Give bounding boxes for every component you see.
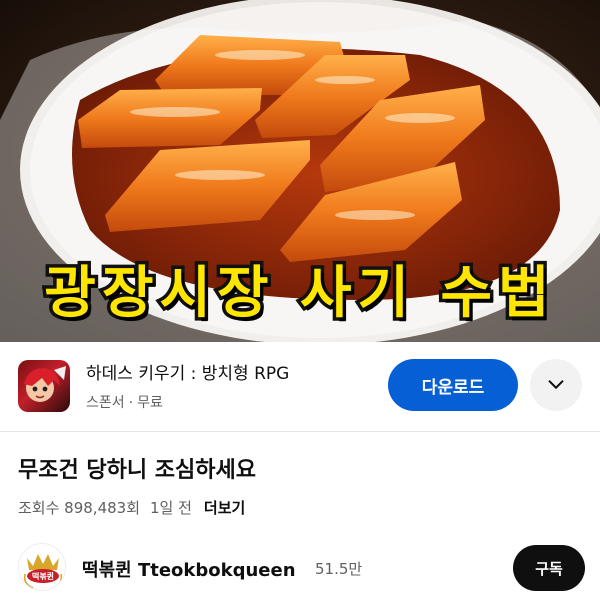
channel-avatar[interactable]: 떡볶퀸 — [18, 543, 66, 591]
ad-app-icon[interactable] — [18, 360, 70, 412]
ad-sponsor-line: 스폰서 · 무료 — [86, 392, 163, 412]
upload-age: 1일 전 — [150, 499, 192, 517]
view-count: 조회수 898,483회 — [18, 499, 140, 517]
download-button[interactable]: 다운로드 — [388, 359, 518, 411]
thumbnail-overlay-text: 광장시장 사기 수법 — [41, 258, 556, 330]
crown-logo: 떡볶퀸 — [23, 554, 63, 589]
sponsor-label: 스폰서 — [86, 395, 125, 411]
subscribe-button[interactable]: 구독 — [513, 545, 585, 591]
price-label: 무료 — [137, 395, 163, 411]
channel-name[interactable]: 떡볶퀸 Tteokbokqueen — [82, 556, 296, 582]
game-character-icon — [24, 366, 66, 402]
ad-expand-button[interactable] — [530, 359, 582, 411]
subscriber-count: 51.5만 — [315, 560, 363, 578]
ad-app-name[interactable]: 하데스 키우기 : 방치형 RPG — [86, 359, 289, 384]
video-meta[interactable]: 조회수 898,483회 1일 전 더보기 — [18, 497, 255, 518]
chevron-down-icon — [548, 380, 564, 389]
avatar-logo-text: 떡볶퀸 — [32, 571, 54, 581]
video-title[interactable]: 무조건 당하니 조심하세요 — [18, 452, 256, 484]
more-link[interactable]: 더보기 — [204, 499, 245, 517]
video-thumbnail[interactable]: 광장시장 사기 수법 — [0, 0, 600, 342]
separator-dot: · — [128, 395, 134, 411]
